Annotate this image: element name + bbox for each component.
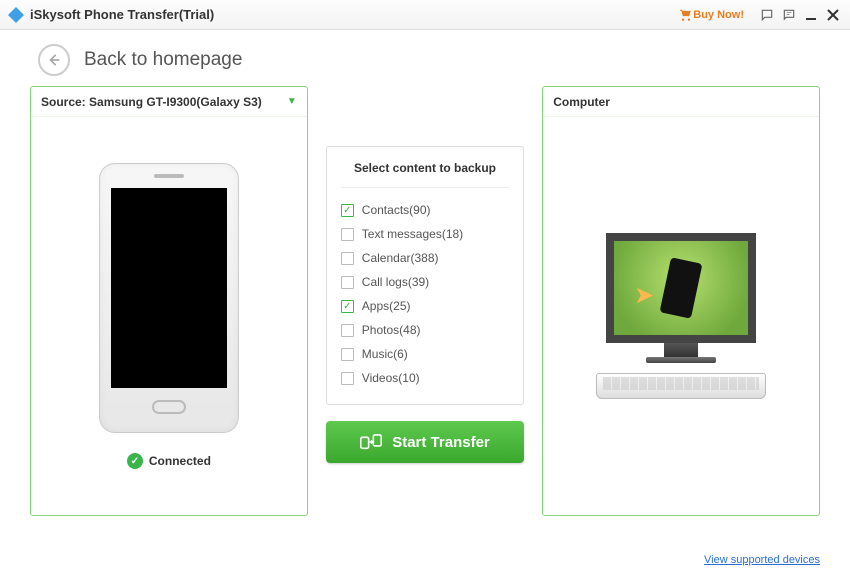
check-circle-icon: ✓ bbox=[127, 453, 143, 469]
main-content: Source: Samsung GT-I9300(Galaxy S3) ▼ ✓ … bbox=[0, 86, 850, 544]
app-logo-icon bbox=[8, 7, 24, 23]
connection-status: ✓ Connected bbox=[127, 453, 211, 469]
backup-item-list: ✓ Contacts(90) Text messages(18) Calendar(3… bbox=[341, 198, 509, 390]
checkbox-icon: ✓ bbox=[341, 300, 354, 313]
middle-panel: Select content to backup ✓ Contacts(90) Te… bbox=[326, 146, 524, 534]
buy-now-label: Buy Now! bbox=[693, 9, 744, 21]
checkbox-icon bbox=[341, 252, 354, 265]
app-window: iSkysoft Phone Transfer(Trial) Buy Now! … bbox=[0, 0, 850, 580]
start-transfer-button[interactable]: Start Transfer bbox=[326, 421, 524, 463]
destination-label: Computer bbox=[553, 95, 610, 109]
checkbox-icon: ✓ bbox=[341, 204, 354, 217]
app-title: iSkysoft Phone Transfer(Trial) bbox=[30, 7, 214, 22]
checkbox-icon bbox=[341, 348, 354, 361]
arrow-left-icon bbox=[47, 53, 61, 67]
connection-status-label: Connected bbox=[149, 454, 211, 468]
backup-item-label: Call logs(39) bbox=[362, 275, 429, 289]
source-dropdown-icon[interactable]: ▼ bbox=[287, 96, 297, 107]
close-button[interactable] bbox=[824, 6, 842, 24]
checkbox-icon bbox=[341, 228, 354, 241]
source-panel: Source: Samsung GT-I9300(Galaxy S3) ▼ ✓ … bbox=[30, 86, 308, 516]
destination-header: Computer bbox=[543, 87, 819, 117]
source-label: Source: Samsung GT-I9300(Galaxy S3) bbox=[41, 95, 262, 109]
backup-item[interactable]: Photos(48) bbox=[341, 318, 509, 342]
checkbox-icon bbox=[341, 372, 354, 385]
backup-item[interactable]: Calendar(388) bbox=[341, 246, 509, 270]
backup-item-label: Photos(48) bbox=[362, 323, 421, 337]
backup-item-label: Apps(25) bbox=[362, 299, 411, 313]
supported-devices-link[interactable]: View supported devices bbox=[704, 554, 820, 566]
feedback-icon[interactable] bbox=[758, 6, 776, 24]
footer: View supported devices bbox=[0, 544, 850, 580]
transfer-icon bbox=[360, 433, 382, 451]
source-device-area: ✓ Connected bbox=[31, 117, 307, 515]
backup-item-label: Calendar(388) bbox=[362, 251, 439, 265]
start-transfer-label: Start Transfer bbox=[392, 434, 490, 451]
source-header: Source: Samsung GT-I9300(Galaxy S3) ▼ bbox=[31, 87, 307, 117]
back-button[interactable] bbox=[38, 44, 70, 76]
checkbox-icon bbox=[341, 276, 354, 289]
backup-item[interactable]: Call logs(39) bbox=[341, 270, 509, 294]
help-icon[interactable] bbox=[780, 6, 798, 24]
destination-panel: Computer ➤ bbox=[542, 86, 820, 516]
page-header: Back to homepage bbox=[0, 30, 850, 86]
keyboard-illustration bbox=[596, 373, 766, 399]
checkbox-icon bbox=[341, 324, 354, 337]
backup-item[interactable]: ✓ Contacts(90) bbox=[341, 198, 509, 222]
minimize-button[interactable] bbox=[802, 6, 820, 24]
backup-item[interactable]: ✓ Apps(25) bbox=[341, 294, 509, 318]
phone-illustration bbox=[99, 163, 239, 433]
backup-item[interactable]: Music(6) bbox=[341, 342, 509, 366]
cart-icon bbox=[679, 8, 693, 22]
backup-item-label: Music(6) bbox=[362, 347, 408, 361]
titlebar: iSkysoft Phone Transfer(Trial) Buy Now! bbox=[0, 0, 850, 30]
backup-title: Select content to backup bbox=[341, 161, 509, 188]
buy-now-link[interactable]: Buy Now! bbox=[679, 8, 744, 22]
backup-item-label: Text messages(18) bbox=[362, 227, 463, 241]
backup-item[interactable]: Text messages(18) bbox=[341, 222, 509, 246]
backup-item-label: Contacts(90) bbox=[362, 203, 431, 217]
computer-illustration: ➤ bbox=[591, 233, 771, 399]
backup-item[interactable]: Videos(10) bbox=[341, 366, 509, 390]
backup-item-label: Videos(10) bbox=[362, 371, 420, 385]
page-title: Back to homepage bbox=[84, 49, 242, 71]
backup-content-box: Select content to backup ✓ Contacts(90) Te… bbox=[326, 146, 524, 405]
destination-device-area: ➤ bbox=[543, 117, 819, 515]
